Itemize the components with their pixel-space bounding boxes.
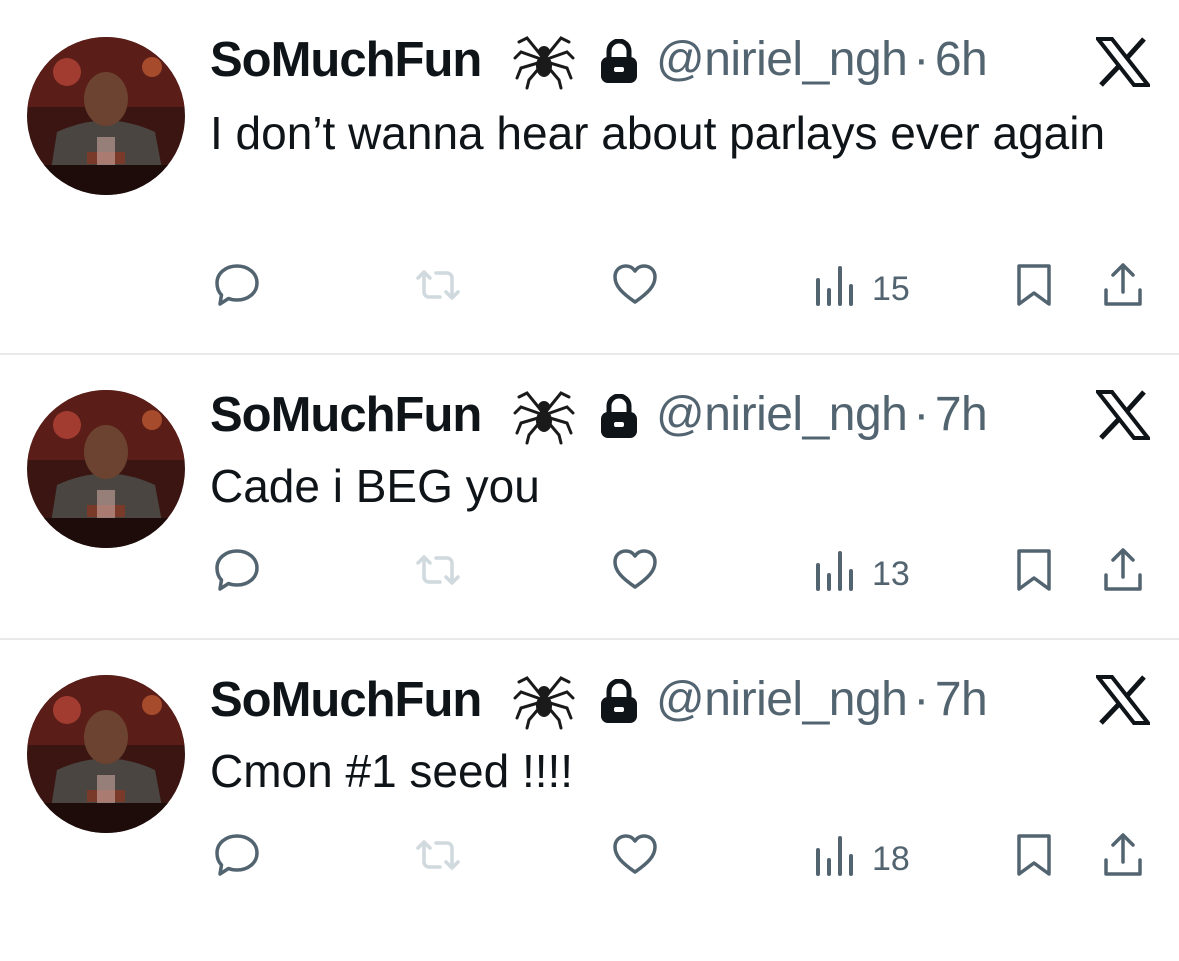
separator: · [913,673,929,726]
action-bar: 15 [0,260,1179,320]
avatar[interactable] [27,390,185,548]
bookmark-icon[interactable] [1012,260,1056,310]
share-icon[interactable] [1100,830,1146,880]
tweet[interactable]: SoMuchFun @niriel_ngh · 6h I don’t wanna… [0,0,1179,354]
reply-icon[interactable] [212,545,262,595]
lock-icon [599,38,639,85]
tweet-text: Cmon #1 seed !!!! [210,745,574,797]
spider-icon [513,28,575,90]
handle[interactable]: @niriel_ngh [656,388,908,441]
handle[interactable]: @niriel_ngh [656,673,908,726]
handle-and-time[interactable]: @niriel_ngh · 7h [656,387,988,442]
display-name[interactable]: SoMuchFun [210,387,482,443]
x-logo-icon [1093,390,1153,440]
handle-and-time[interactable]: @niriel_ngh · 6h [656,32,988,87]
tweet[interactable]: SoMuchFun @niriel_ngh · 7h [0,640,1179,961]
display-name[interactable]: SoMuchFun [210,32,482,88]
reply-icon[interactable] [212,260,262,310]
separator: · [913,33,929,86]
view-count: 15 [872,270,910,308]
handle[interactable]: @niriel_ngh [656,33,908,86]
action-bar: 13 [0,545,1179,605]
avatar[interactable] [27,37,185,195]
lock-icon [599,678,639,725]
view-count: 18 [872,840,910,878]
handle-and-time[interactable]: @niriel_ngh · 7h [656,672,988,727]
retweet-icon[interactable] [410,545,466,595]
share-icon[interactable] [1100,545,1146,595]
views-icon[interactable] [812,830,858,880]
retweet-icon[interactable] [410,830,466,880]
separator: · [913,388,929,441]
x-logo-icon [1093,675,1153,725]
timestamp[interactable]: 7h [935,673,988,726]
bookmark-icon[interactable] [1012,830,1056,880]
view-count: 13 [872,555,910,593]
action-bar: 18 [0,830,1179,890]
avatar[interactable] [27,675,185,833]
tweet-feed: SoMuchFun @niriel_ngh · 6h I don’t wanna… [0,0,1179,961]
like-icon[interactable] [610,545,660,595]
reply-icon[interactable] [212,830,262,880]
tweet-text: I don’t wanna hear about parlays ever ag… [210,107,1106,159]
tweet-text: Cade i BEG you [210,460,540,512]
bookmark-icon[interactable] [1012,545,1056,595]
like-icon[interactable] [610,260,660,310]
spider-icon [513,383,575,445]
like-icon[interactable] [610,830,660,880]
lock-icon [599,393,639,440]
timestamp[interactable]: 7h [935,388,988,441]
x-logo-icon [1093,37,1153,87]
views-icon[interactable] [812,545,858,595]
share-icon[interactable] [1100,260,1146,310]
display-name[interactable]: SoMuchFun [210,672,482,728]
spider-icon [513,668,575,730]
views-icon[interactable] [812,260,858,310]
timestamp[interactable]: 6h [935,33,988,86]
retweet-icon[interactable] [410,260,466,310]
tweet[interactable]: SoMuchFun @niriel_ngh · 7h [0,355,1179,639]
